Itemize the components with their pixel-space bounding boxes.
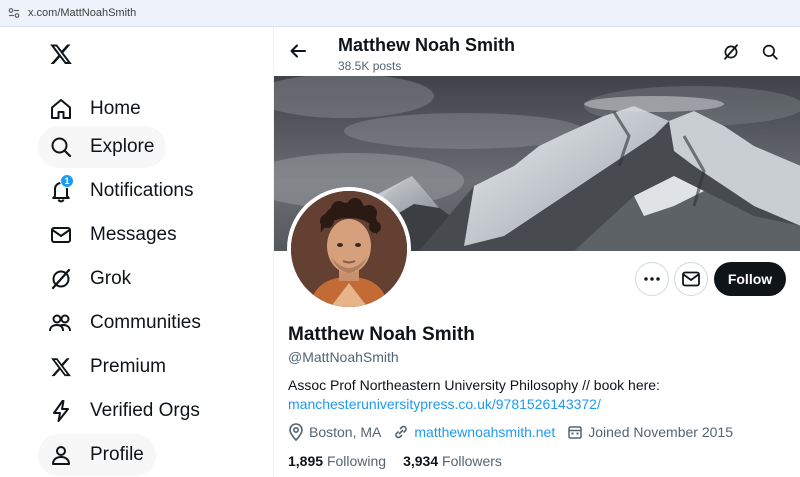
bio-text: Assoc Prof Northeastern University Philo… (288, 377, 660, 393)
website-link[interactable]: matthewnoahsmith.net (414, 424, 555, 440)
nav-communities-label: Communities (90, 312, 201, 333)
nav-home[interactable]: Home (38, 88, 153, 130)
following-label: Following (326, 453, 387, 469)
x-logo-icon[interactable] (49, 42, 73, 66)
following-count: 1,895 (288, 453, 324, 469)
url-text[interactable]: x.com/MattNoahSmith (28, 7, 136, 19)
nav-premium[interactable]: Premium (38, 346, 178, 388)
nav-home-label: Home (90, 98, 141, 119)
envelope-icon (682, 271, 700, 287)
nav-explore[interactable]: Explore (38, 126, 167, 168)
nav-communities[interactable]: Communities (38, 302, 213, 344)
nav-messages[interactable]: Messages (38, 214, 189, 256)
link-icon (395, 425, 408, 439)
notification-badge: 1 (60, 174, 74, 188)
address-bar[interactable]: x.com/MattNoahSmith (0, 0, 800, 27)
followers-link[interactable]: 3,934 Followers (403, 453, 502, 469)
nav-profile-label: Profile (90, 444, 144, 465)
follow-button[interactable]: Follow (714, 262, 786, 296)
nav-profile[interactable]: Profile (38, 434, 156, 476)
nav-verified-orgs[interactable]: Verified Orgs (38, 390, 212, 432)
people-icon (48, 310, 74, 336)
profile-name: Matthew Noah Smith (288, 324, 475, 345)
grok-icon[interactable] (722, 43, 740, 61)
profile-avatar[interactable] (287, 187, 411, 311)
nav-explore-label: Explore (90, 136, 155, 157)
nav-grok[interactable]: Grok (38, 258, 143, 300)
back-arrow-icon[interactable] (288, 41, 308, 61)
nav-notifications-label: Notifications (90, 180, 194, 201)
search-icon (48, 134, 74, 160)
followers-count: 3,934 (403, 453, 439, 469)
avatar-photo (291, 191, 407, 307)
nav-verified-orgs-label: Verified Orgs (90, 400, 200, 421)
nav-messages-label: Messages (90, 224, 177, 245)
site-settings-icon[interactable] (8, 7, 20, 19)
profile-meta: Boston, MA matthewnoahsmith.net Joined N… (288, 423, 745, 441)
sidebar-nav: Home Explore 1 Notifications Messages Gr… (0, 27, 273, 477)
nav-notifications[interactable]: 1 Notifications (38, 170, 206, 212)
nav-premium-label: Premium (90, 356, 167, 377)
grok-icon (48, 266, 74, 292)
calendar-icon (568, 426, 582, 439)
bio-link[interactable]: manchesteruniversitypress.co.uk/97815261… (288, 396, 601, 412)
header-name: Matthew Noah Smith (338, 35, 516, 55)
profile-bio: Assoc Prof Northeastern University Philo… (288, 376, 758, 414)
location-text: Boston, MA (309, 424, 382, 440)
following-link[interactable]: 1,895 Following (288, 453, 386, 469)
more-options-button[interactable] (635, 262, 669, 296)
bell-icon: 1 (48, 174, 74, 204)
joined-item: Joined November 2015 (567, 424, 733, 440)
joined-text: Joined November 2015 (588, 424, 733, 440)
message-button[interactable] (674, 262, 708, 296)
lightning-icon (48, 398, 74, 424)
header-post-count: 38.5K posts (338, 59, 402, 73)
profile-handle: @MattNoahSmith (288, 349, 399, 365)
location-item: Boston, MA (288, 423, 381, 441)
location-pin-icon (289, 423, 303, 441)
person-icon (48, 442, 74, 468)
search-icon[interactable] (761, 43, 779, 61)
more-dots-icon (644, 277, 660, 281)
follow-stats: 1,895 Following 3,934 Followers (288, 453, 519, 469)
nav-grok-label: Grok (90, 268, 132, 289)
profile-column: Matthew Noah Smith 38.5K posts Follow Ma… (273, 27, 800, 477)
x-logo-icon (48, 354, 74, 380)
website-item: matthewnoahsmith.net (393, 424, 555, 440)
envelope-icon (48, 222, 74, 248)
profile-header-bar: Matthew Noah Smith 38.5K posts (274, 27, 800, 76)
home-icon (48, 96, 74, 122)
followers-label: Followers (442, 453, 502, 469)
